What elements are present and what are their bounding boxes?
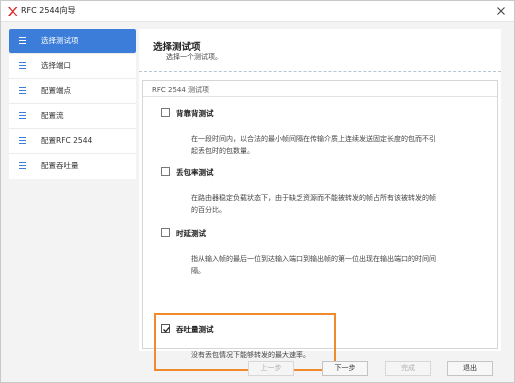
sidebar-item-label: 选择端口 [41,61,71,70]
throughput-checkbox[interactable] [161,324,170,333]
sidebar-item-label: 配置RFC 2544 [41,136,93,145]
sidebar-item-label: 配置吞吐量 [41,161,79,170]
test-items-group: RFC 2544 测试项 背靠背测试 在一段时间内，以合法的最小帧间隔在传输介质… [142,80,498,371]
menu-lines-icon [19,137,26,144]
option-label: 吞吐量测试 [176,325,214,334]
menu-lines-icon [19,87,26,94]
divider [139,71,501,72]
description-line: 在一段时间内，以合法的最小帧间隔在传输介质上连续发送固定长度的包而不引 [191,135,436,143]
menu-lines-icon [19,112,26,119]
sidebar-item-config-endpoint[interactable]: 配置端点 [9,79,136,103]
page-subtitle: 选择一个测试项。 [166,53,222,61]
wizard-steps-sidebar: 选择测试项 选择端口 配置端点 配置流 配置RFC 2544 配置吞吐量 [9,29,136,179]
main-panel: 选择测试项 选择一个测试项。 RFC 2544 测试项 背靠背测试 在一段时间内… [139,29,501,371]
option-label: 丢包率测试 [176,168,214,177]
group-title: RFC 2544 测试项 [152,86,210,94]
latency-checkbox[interactable] [161,228,170,237]
prev-button[interactable]: 上一步 [248,361,294,376]
frame-loss-checkbox[interactable] [161,167,170,176]
brand-x-icon [8,7,18,16]
option-description: 在路由器稳定负载状态下，由于缺乏资源而不能被转发的帧占所有该被转发的帧 的百分比… [191,192,491,216]
exit-button[interactable]: 退出 [447,361,493,376]
option-label: 背靠背测试 [176,109,214,118]
next-button[interactable]: 下一步 [322,361,368,376]
menu-lines-icon [19,37,26,44]
sidebar-item-label: 配置流 [41,111,64,120]
back-to-back-checkbox[interactable] [161,108,170,117]
option-description: 指从输入帧的最后一位到达输入端口到输出帧的第一位出现在输出端口的时间间 隔。 [191,253,491,277]
sidebar-item-config-stream[interactable]: 配置流 [9,104,136,128]
sidebar-item-select-port[interactable]: 选择端口 [9,54,136,78]
description-line: 的百分比。 [191,206,226,214]
description-line: 隔。 [191,267,205,275]
divider [143,96,497,97]
checkmark-icon [163,326,170,333]
page-title: 选择测试项 [153,42,201,53]
menu-lines-icon [19,62,26,69]
selection-highlight [154,313,336,371]
finish-button[interactable]: 完成 [385,361,431,376]
title-bar: RFC 2544向导 [1,1,514,22]
page-header: 选择测试项 选择一个测试项。 [139,29,501,71]
sidebar-item-label: 配置端点 [41,86,71,95]
sidebar-item-config-rfc2544[interactable]: 配置RFC 2544 [9,129,136,153]
wizard-window: RFC 2544向导 选择测试项 选择端口 配置端点 配置流 配置RFC 254… [0,0,515,383]
sidebar-item-label: 选择测试项 [41,36,79,45]
description-line: 指从输入帧的最后一位到达输入端口到输出帧的第一位出现在输出端口的时间间 [191,255,436,263]
option-label: 时延测试 [176,229,206,238]
option-description: 在一段时间内，以合法的最小帧间隔在传输介质上连续发送固定长度的包而不引 起丢包时… [191,133,491,157]
menu-lines-icon [19,162,26,169]
close-icon[interactable] [494,4,508,18]
option-description: 没有丢包情况下能够转发的最大速率。 [191,349,491,361]
description-line: 在路由器稳定负载状态下，由于缺乏资源而不能被转发的帧占所有该被转发的帧 [191,194,436,202]
sidebar-item-config-throughput[interactable]: 配置吞吐量 [9,154,136,178]
sidebar-item-select-test[interactable]: 选择测试项 [9,29,136,53]
description-line: 起丢包时的包数量。 [191,147,254,155]
window-title: RFC 2544向导 [21,6,76,15]
description-line: 没有丢包情况下能够转发的最大速率。 [191,351,310,359]
